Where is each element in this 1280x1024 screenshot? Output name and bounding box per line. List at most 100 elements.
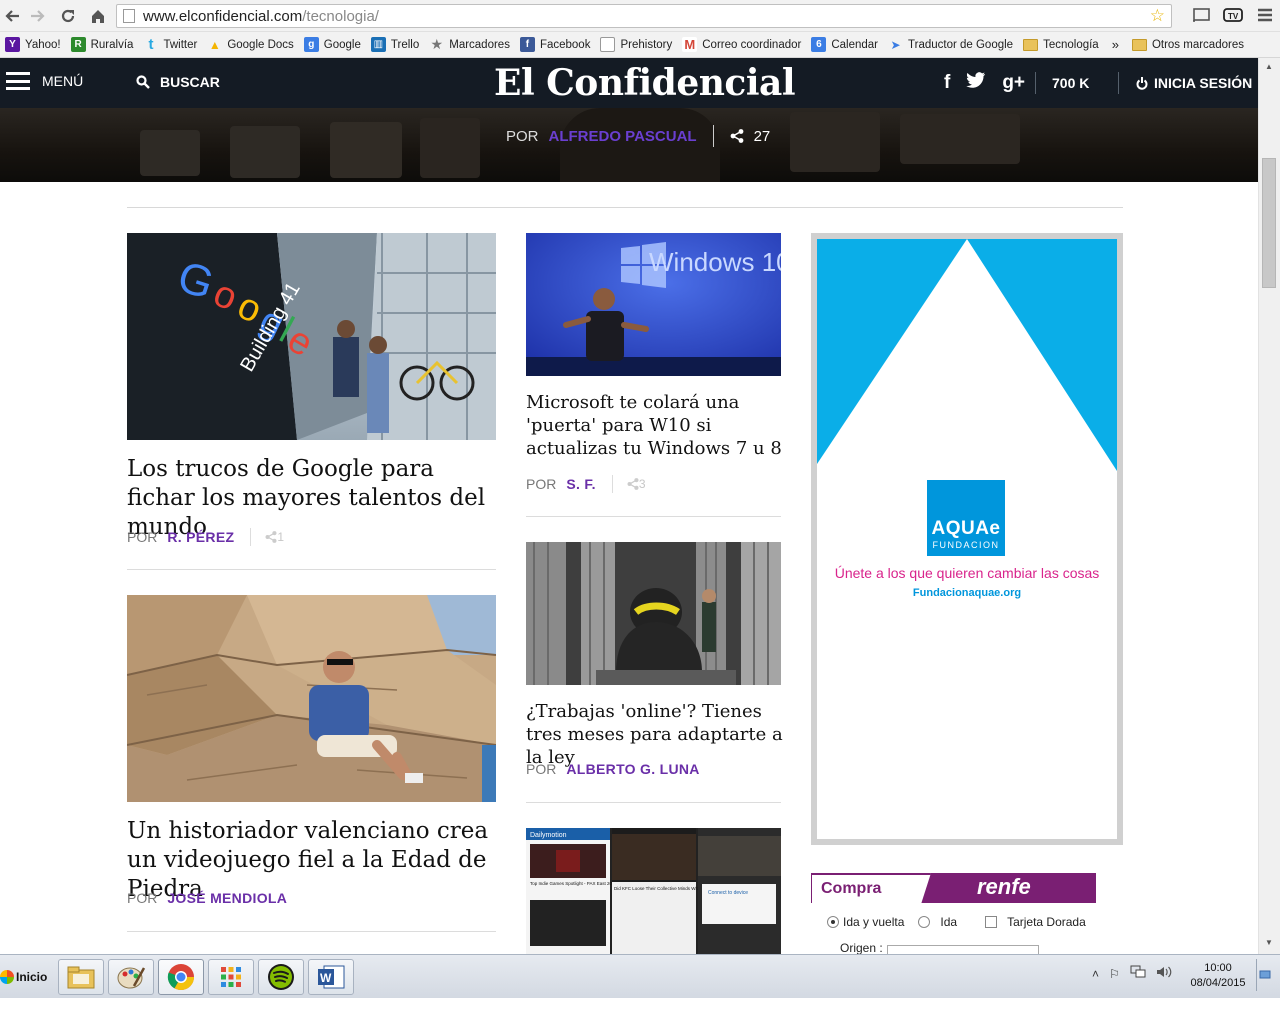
gmail-icon: M (682, 37, 698, 52)
site-logo[interactable]: El Confidencial (494, 62, 796, 104)
cast-icon[interactable] (1190, 4, 1212, 26)
share-icon (265, 531, 277, 543)
author-link[interactable]: S. F. (566, 476, 596, 492)
word-icon[interactable]: W (308, 959, 354, 995)
home-icon[interactable] (86, 4, 110, 28)
author-link[interactable]: JOSÉ MENDIOLA (167, 890, 287, 906)
article-image-historian[interactable] (127, 595, 496, 802)
yahoo-icon: Y (5, 37, 20, 52)
facebook-icon[interactable]: f (944, 72, 950, 94)
menu-button[interactable]: MENÚ (6, 72, 83, 90)
author-link[interactable]: ALBERTO G. LUNA (566, 761, 699, 777)
renfe-compra-tab[interactable]: Compra (811, 873, 931, 903)
bookmark-item[interactable]: ▲ Google Docs (202, 37, 298, 52)
bookmark-star-icon[interactable]: ☆ (1150, 6, 1165, 26)
hero-image[interactable]: POR ALFREDO PASCUAL 27 (0, 108, 1258, 182)
tray-expand-icon[interactable]: ˄ (1092, 967, 1099, 981)
article-image-dailymotion[interactable]: Dailymotion Top Indie Games Spotlight - … (526, 828, 781, 954)
article-divider (127, 569, 496, 570)
scroll-down-icon[interactable]: ▼ (1265, 938, 1273, 947)
apps-grid-icon[interactable] (208, 959, 254, 995)
bookmark-item[interactable]: 6 Calendar (806, 37, 883, 52)
system-clock[interactable]: 10:00 08/04/2015 (1186, 961, 1250, 991)
login-label: INICIA SESIÓN (1154, 75, 1253, 91)
url-host: www.elconfidencial.com (143, 7, 303, 25)
login-button[interactable]: INICIA SESIÓN (1136, 75, 1252, 91)
hero-author-link[interactable]: ALFREDO PASCUAL (549, 128, 697, 145)
reload-icon[interactable] (56, 4, 80, 28)
scroll-thumb[interactable] (1262, 158, 1276, 288)
ruralvia-icon: R (70, 37, 86, 52)
bookmark-item[interactable]: Prehistory (595, 37, 677, 52)
twitter-icon[interactable] (966, 72, 986, 94)
radio-round-trip[interactable] (827, 916, 839, 928)
bookmark-item[interactable]: ➤ Traductor de Google (883, 37, 1018, 52)
toolbar-extensions: TV (1190, 4, 1276, 26)
bookmark-label: Correo coordinador (702, 38, 802, 51)
article-byline-windows: POR S. F. 3 (526, 475, 646, 493)
bookmark-item[interactable]: Y Yahoo! (0, 37, 66, 52)
article-title-windows[interactable]: Microsoft te colará una 'puerta' para W1… (526, 391, 786, 460)
article-image-lion[interactable] (526, 542, 781, 685)
bookmark-label: Prehistory (620, 38, 673, 51)
bookmark-item[interactable]: Tecnología (1018, 38, 1104, 51)
trello-icon: ▥ (370, 37, 386, 52)
article-image-google[interactable]: G o o g l e Building 41 (127, 233, 496, 440)
network-icon[interactable] (1130, 965, 1146, 982)
svg-text:W: W (320, 971, 332, 985)
renfe-options: Ida y vuelta Ida Tarjeta Dorada (827, 915, 1086, 929)
star-icon: ★ (430, 36, 444, 52)
power-icon (1136, 76, 1148, 90)
article-title-lion[interactable]: ¿Trabajas 'online'? Tienes tres meses pa… (526, 700, 786, 769)
flag-icon[interactable]: ⚐ (1109, 967, 1120, 981)
forward-icon[interactable] (26, 4, 50, 28)
start-button[interactable]: Inicio (0, 961, 53, 993)
chrome-menu-icon[interactable] (1254, 4, 1276, 26)
bookmarks-bar: Y Yahoo! R Ruralvía t Twitter ▲ Google Docs g Goo… (0, 32, 1280, 58)
advertisement[interactable]: AQUAe FUNDACION Únete a los que quieren … (811, 233, 1123, 845)
ad-slogan: Únete a los que quieren cambiar las cosa… (834, 565, 1100, 581)
header-divider (1035, 72, 1036, 94)
volume-icon[interactable] (1156, 965, 1172, 982)
article-image-windows[interactable]: Windows 10 (526, 233, 781, 376)
bookmark-item[interactable]: ▥ Trello (366, 37, 424, 52)
scroll-up-icon[interactable]: ▲ (1265, 62, 1273, 71)
bookmark-item[interactable]: g Google (299, 37, 366, 52)
aquae-logo: AQUAe FUNDACION (927, 480, 1005, 556)
author-link[interactable]: R. PÉREZ (167, 529, 234, 545)
bookmark-label: Calendar (831, 38, 879, 51)
byline-by: POR (526, 761, 557, 777)
ad-url-link[interactable]: Fundacionaquae.org (817, 587, 1117, 599)
article-divider (526, 802, 781, 803)
origin-label: Origen : (840, 941, 883, 955)
spotify-icon[interactable] (258, 959, 304, 995)
tv-extension-icon[interactable]: TV (1222, 4, 1244, 26)
bookmark-item[interactable]: R Ruralvía (66, 37, 139, 52)
hero-share-count: 27 (753, 127, 771, 145)
ad-banner[interactable]: AQUAe FUNDACION Únete a los que quieren … (817, 239, 1117, 839)
back-icon[interactable] (0, 4, 24, 28)
address-bar[interactable]: www.elconfidencial.com/tecnologia/ ☆ (116, 4, 1172, 28)
dailymotion-logo: Dailymotion (530, 832, 567, 839)
checkbox-tarjeta-dorada[interactable] (985, 916, 998, 928)
other-bookmarks-folder[interactable]: Otros marcadores (1127, 38, 1249, 51)
search-button[interactable]: BUSCAR (136, 74, 220, 90)
search-icon (136, 75, 150, 89)
show-desktop-button[interactable] (1256, 959, 1272, 991)
article-divider (127, 931, 496, 932)
paint-icon[interactable] (108, 959, 154, 995)
bookmark-item[interactable]: f Facebook (515, 37, 596, 52)
bookmark-item[interactable]: ★ Marcadores (424, 36, 515, 52)
bookmarks-overflow-button[interactable]: » (1112, 37, 1119, 52)
url-path: /tecnologia/ (302, 7, 379, 25)
bookmark-item[interactable]: t Twitter (138, 36, 202, 53)
google-plus-icon[interactable]: g+ (1002, 72, 1025, 94)
label-tarjeta-dorada: Tarjeta Dorada (1007, 915, 1086, 929)
bookmark-item[interactable]: M Correo coordinador (677, 37, 806, 52)
file-explorer-icon[interactable] (58, 959, 104, 995)
radio-one-way[interactable] (918, 916, 931, 928)
bookmark-label: Traductor de Google (908, 38, 1014, 51)
chrome-icon[interactable] (158, 959, 204, 995)
bookmark-label: Otros marcadores (1151, 38, 1244, 51)
page-scrollbar[interactable]: ▲ ▼ (1258, 58, 1280, 954)
